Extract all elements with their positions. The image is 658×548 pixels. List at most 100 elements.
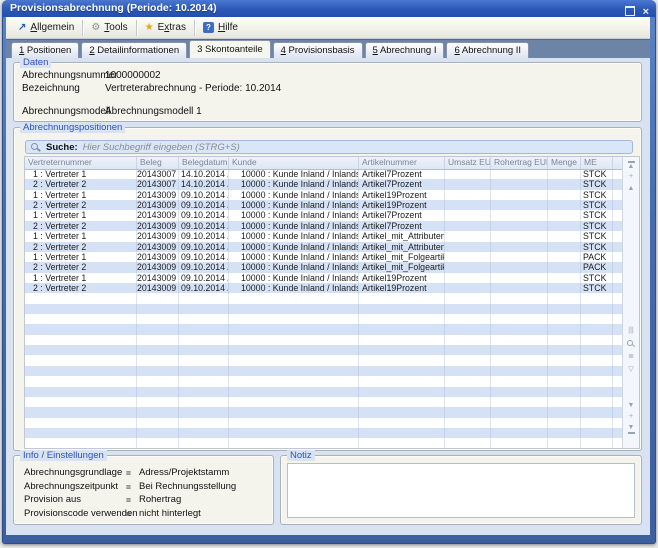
cell	[445, 242, 491, 252]
cell	[137, 304, 179, 314]
cell	[137, 376, 179, 386]
gear-icon: ⚙	[91, 22, 100, 33]
table-row-empty[interactable]	[25, 355, 623, 365]
cell: Artikel_mit_Attributen	[359, 242, 445, 252]
cell	[229, 304, 359, 314]
equals-sign: =	[126, 468, 131, 478]
column-header-Artikelnummer[interactable]: Artikelnummer	[359, 157, 445, 169]
cell	[179, 345, 229, 355]
scroll-to-top-icon[interactable]: ▲	[623, 161, 639, 171]
column-header-Vertreternummer[interactable]: Vertreternummer	[25, 157, 137, 169]
cell	[179, 293, 229, 303]
cell	[548, 366, 581, 376]
table-row-empty[interactable]	[25, 438, 623, 448]
cell: Artikel7Prozent	[359, 210, 445, 220]
column-header-Umsatz EUR[interactable]: Umsatz EUR	[445, 157, 491, 169]
menu-item-extras[interactable]: ★Extras	[137, 17, 194, 38]
cell: 2 : Vertreter 2	[25, 283, 137, 293]
column-header-Rohertrag EUR[interactable]: Rohertrag EUR	[491, 157, 548, 169]
column-header-Kunde[interactable]: Kunde	[229, 157, 359, 169]
table-row-empty[interactable]	[25, 376, 623, 386]
filter-icon[interactable]: ▽	[623, 366, 639, 374]
table-row-empty[interactable]	[25, 345, 623, 355]
cell	[581, 345, 613, 355]
menu-item-allgemein[interactable]: ↗Allgemein	[10, 17, 82, 38]
table-row-empty[interactable]	[25, 335, 623, 345]
cell: 09.10.2014 /Do	[179, 221, 229, 231]
cell	[179, 335, 229, 345]
cell	[581, 355, 613, 365]
search-input[interactable]: Suche: Hier Suchbegriff eingeben (STRG+S…	[25, 140, 633, 154]
cell	[491, 273, 548, 283]
cell: 20143009	[137, 242, 179, 252]
cell	[359, 324, 445, 334]
notiz-textarea[interactable]	[287, 463, 635, 518]
cell	[491, 314, 548, 324]
window-title: Provisionsabrechnung (Periode: 10.2014)	[10, 2, 217, 14]
column-header-Belegdatum[interactable]: Belegdatum	[179, 157, 229, 169]
cell	[581, 366, 613, 376]
cell	[548, 210, 581, 220]
table-row-empty[interactable]	[25, 387, 623, 397]
table-row[interactable]: 1 : Vertreter 12014300909.10.2014 /Do100…	[25, 273, 623, 283]
field-value: Vertreterabrechnung - Periode: 10.2014	[105, 83, 281, 94]
table-row-empty[interactable]	[25, 428, 623, 438]
table-row-empty[interactable]	[25, 304, 623, 314]
close-button[interactable]: ×	[643, 7, 649, 17]
table-row[interactable]: 2 : Vertreter 22014300714.10.2014 /Di100…	[25, 179, 623, 189]
tab-4-provisionsbasis[interactable]: 4 Provisionsbasis	[273, 42, 363, 58]
cell	[179, 376, 229, 386]
tab-5-abrechnung-i[interactable]: 5 Abrechnung I	[365, 42, 445, 58]
table-row-empty[interactable]	[25, 366, 623, 376]
info-value: Rohertrag	[139, 494, 181, 505]
cell	[359, 345, 445, 355]
table-row[interactable]: 1 : Vertreter 12014300909.10.2014 /Do100…	[25, 252, 623, 262]
resize-columns-icon[interactable]: |||	[623, 327, 639, 335]
column-header-Beleg[interactable]: Beleg	[137, 157, 179, 169]
table-row[interactable]: 1 : Vertreter 12014300909.10.2014 /Do100…	[25, 190, 623, 200]
cell	[445, 252, 491, 262]
tab-6-abrechnung-ii[interactable]: 6 Abrechnung II	[446, 42, 529, 58]
table-row[interactable]: 2 : Vertreter 22014300909.10.2014 /Do100…	[25, 242, 623, 252]
table-row-empty[interactable]	[25, 418, 623, 428]
row-down-icon[interactable]: ▼	[623, 402, 639, 410]
table-row[interactable]: 2 : Vertreter 22014300909.10.2014 /Do100…	[25, 283, 623, 293]
table-row-empty[interactable]	[25, 324, 623, 334]
cell	[581, 428, 613, 438]
sort-icon[interactable]: ≣	[623, 353, 639, 361]
field-abrechnungsmodell: Abrechnungsmodell Abrechnungsmodell 1	[22, 106, 633, 118]
table-row[interactable]: 2 : Vertreter 22014300909.10.2014 /Do100…	[25, 221, 623, 231]
field-bezeichnung: Bezeichnung Vertreterabrechnung - Period…	[22, 83, 633, 95]
table-row[interactable]: 1 : Vertreter 12014300909.10.2014 /Do100…	[25, 231, 623, 241]
cell: Artikel7Prozent	[359, 221, 445, 231]
cell: Artikel_mit_Folgeartikel	[359, 262, 445, 272]
menu-item-label: Extras	[158, 22, 186, 33]
menu-item-tools[interactable]: ⚙Tools	[83, 17, 135, 38]
page-up-icon[interactable]: +	[623, 173, 639, 181]
table-row[interactable]: 1 : Vertreter 12014300909.10.2014 /Do100…	[25, 210, 623, 220]
table-row[interactable]: 2 : Vertreter 22014300909.10.2014 /Do100…	[25, 200, 623, 210]
scroll-to-bottom-icon[interactable]: ▼	[623, 424, 639, 434]
page-down-icon[interactable]: +	[623, 413, 639, 421]
cell	[229, 293, 359, 303]
table-row-empty[interactable]	[25, 314, 623, 324]
table-row[interactable]: 1 : Vertreter 12014300714.10.2014 /Di100…	[25, 169, 623, 179]
field-value: Abrechnungsmodell 1	[105, 106, 202, 117]
tab-2-detailinformationen[interactable]: 2 Detailinformationen	[81, 42, 187, 58]
column-header-Menge[interactable]: Menge	[548, 157, 581, 169]
cell	[548, 438, 581, 448]
positionen-caption: Abrechnungspositionen	[20, 122, 125, 133]
table-row-empty[interactable]	[25, 407, 623, 417]
cell	[445, 438, 491, 448]
tab-3-skontoanteile[interactable]: 3 Skontoanteile	[189, 40, 271, 58]
menu-item-hilfe[interactable]: ?Hilfe	[195, 17, 246, 38]
table-row-empty[interactable]	[25, 293, 623, 303]
row-up-icon[interactable]: ▲	[623, 185, 639, 193]
search-grid-icon[interactable]	[627, 340, 635, 348]
cell	[548, 190, 581, 200]
column-header-ME[interactable]: ME	[581, 157, 613, 169]
info-label: Abrechnungsgrundlage	[24, 467, 122, 478]
table-row-empty[interactable]	[25, 397, 623, 407]
tab-1-positionen[interactable]: 1 Positionen	[11, 42, 79, 58]
table-row[interactable]: 2 : Vertreter 22014300909.10.2014 /Do100…	[25, 262, 623, 272]
